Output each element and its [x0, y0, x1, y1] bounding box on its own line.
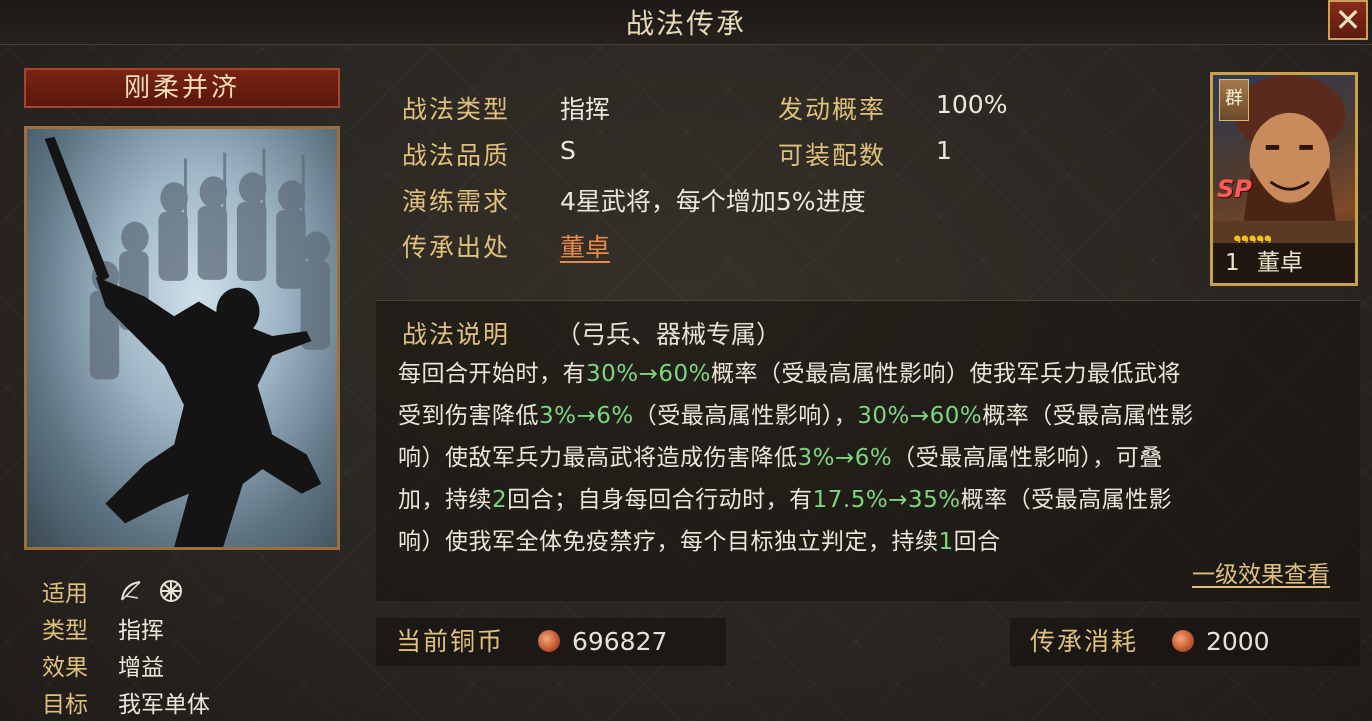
skill-meta: 适用 类型 指挥 效果 增益 目标 我军单体 — [42, 572, 210, 720]
inherit-cost-label: 传承消耗 — [1030, 627, 1139, 656]
info-source: 传承出处 董卓 — [402, 228, 610, 268]
current-copper-value: 696827 — [571, 627, 668, 656]
general-footer: 1 董卓 — [1213, 243, 1355, 283]
info-value: 指挥 — [560, 95, 611, 124]
meta-value: 指挥 — [118, 617, 164, 644]
skill-name: 刚柔并济 — [24, 68, 340, 108]
info-quality: 战法品质 S — [402, 136, 576, 176]
faction-badge: 群 — [1219, 79, 1249, 121]
meta-key: 目标 — [42, 691, 88, 718]
info-requirement: 演练需求 4星武将，每个增加5%进度 — [402, 182, 866, 222]
meta-type: 类型 指挥 — [42, 609, 210, 646]
general-name: 董卓 — [1256, 250, 1303, 276]
description-text: 每回合开始时，有30%→60%概率（受最高属性影响）使我军兵力最低武将 受到伤害… — [398, 353, 1328, 563]
view-level1-effect-link[interactable]: 一级效果查看 — [1192, 555, 1330, 589]
info-label: 演练需求 — [402, 187, 511, 216]
skill-artwork — [24, 126, 340, 550]
info-label: 传承出处 — [402, 233, 511, 262]
source-general-link[interactable]: 董卓 — [560, 228, 610, 264]
inherit-cost-value: 2000 — [1205, 627, 1270, 656]
info-value: S — [560, 136, 576, 165]
meta-value: 增益 — [118, 654, 164, 681]
siege-wheel-icon — [160, 579, 182, 602]
description-title: 战法说明 — [402, 320, 511, 349]
info-label: 可装配数 — [778, 141, 887, 170]
info-type: 战法类型 指挥 — [402, 90, 610, 130]
meta-effect: 效果 增益 — [42, 646, 210, 683]
general-card[interactable]: 群 SP ❟❟❟❟❟ 1 董卓 — [1210, 72, 1358, 286]
info-rate: 发动概率 100% — [778, 90, 1007, 130]
info-value: 100% — [936, 90, 1008, 119]
info-value: 4星武将，每个增加5%进度 — [560, 187, 866, 216]
current-copper-label: 当前铜币 — [396, 627, 505, 656]
info-label: 战法类型 — [402, 95, 511, 124]
description-line: 响）使我军全体免疫禁疗，每个目标独立判定，持续1回合 — [398, 529, 1001, 555]
copper-coin-icon — [1171, 630, 1194, 652]
copper-coin-icon — [537, 630, 560, 652]
skill-description: 战法说明 （弓兵、器械专属） 每回合开始时，有30%→60%概率（受最高属性影响… — [376, 300, 1360, 601]
description-subtitle: （弓兵、器械专属） — [555, 320, 781, 349]
bow-icon — [121, 580, 141, 601]
close-button[interactable]: ✕ — [1328, 0, 1368, 40]
description-line: 加，持续2回合；自身每回合行动时，有17.5%→35%概率（受最高属性影 — [398, 487, 1173, 513]
meta-value: 我军单体 — [118, 691, 210, 718]
meta-key: 效果 — [42, 654, 88, 681]
info-value: 1 — [936, 136, 952, 165]
description-line: 响）使敌军兵力最高武将造成伤害降低3%→6%（受最高属性影响），可叠 — [398, 445, 1163, 471]
info-label: 发动概率 — [778, 95, 887, 124]
info-label: 战法品质 — [402, 141, 511, 170]
description-line: 每回合开始时，有30%→60%概率（受最高属性影响）使我军兵力最低武将 — [398, 361, 1182, 387]
current-copper-bar: 当前铜币 696827 — [376, 618, 726, 666]
window-title: 战法传承 — [625, 7, 746, 40]
meta-applicable: 适用 — [42, 572, 210, 609]
description-line: 受到伤害降低3%→6%（受最高属性影响），30%→60%概率（受最高属性影 — [398, 403, 1194, 429]
description-header: 战法说明 （弓兵、器械专属） — [402, 315, 781, 351]
meta-key: 适用 — [42, 580, 88, 607]
general-level: 1 — [1225, 250, 1240, 276]
title-bar: 战法传承 ✕ — [0, 0, 1372, 45]
meta-key: 类型 — [42, 617, 88, 644]
sp-badge: SP — [1217, 175, 1252, 203]
meta-target: 目标 我军单体 — [42, 683, 210, 720]
close-icon: ✕ — [1334, 1, 1362, 39]
info-slots: 可装配数 1 — [778, 136, 952, 176]
inherit-cost-bar: 传承消耗 2000 — [1010, 618, 1360, 666]
